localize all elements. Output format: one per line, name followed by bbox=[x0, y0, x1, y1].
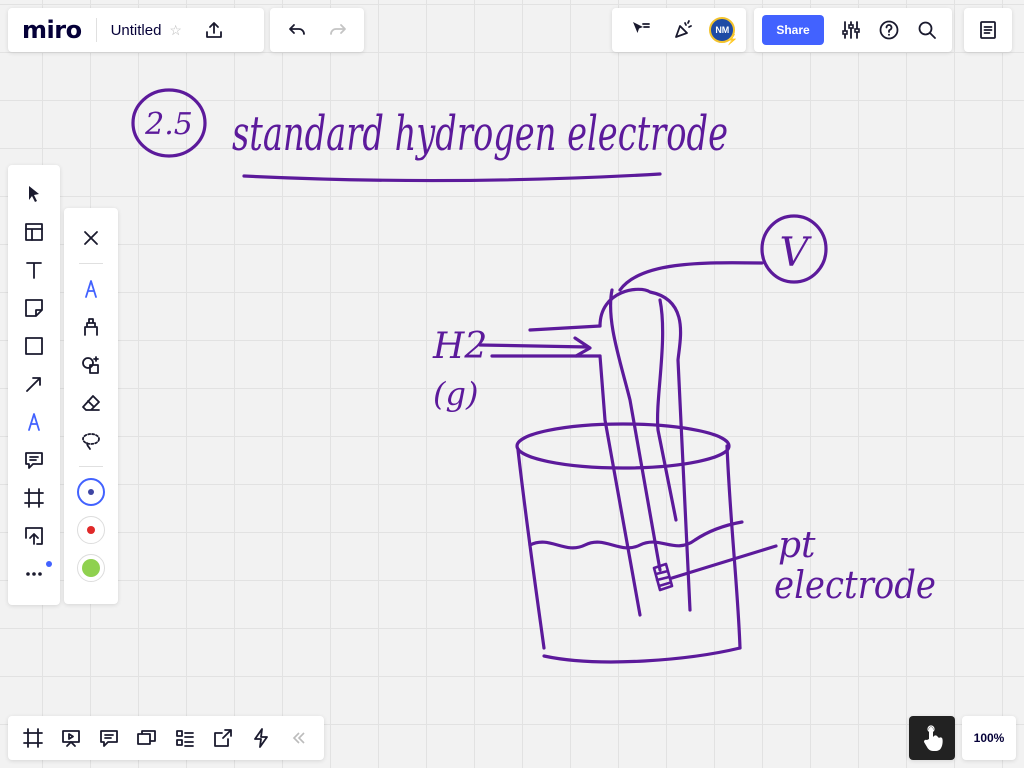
hand-tool-button[interactable] bbox=[909, 716, 955, 760]
notification-dot bbox=[46, 561, 52, 567]
color-swatch-red[interactable] bbox=[71, 511, 111, 549]
board-title[interactable]: Untitled bbox=[97, 22, 162, 39]
lightning-icon[interactable] bbox=[245, 722, 277, 754]
platinum-electrode bbox=[652, 562, 674, 592]
pen-options-panel bbox=[64, 208, 118, 604]
eraser-icon[interactable] bbox=[71, 384, 111, 422]
hand-icon bbox=[923, 725, 943, 751]
beaker-bottom bbox=[542, 646, 742, 664]
electrode-label-1: pt bbox=[778, 525, 816, 566]
templates-icon[interactable] bbox=[14, 213, 54, 251]
number-circle bbox=[131, 88, 207, 158]
divider bbox=[79, 466, 103, 467]
avatar-initials: NM bbox=[715, 25, 730, 35]
tube-inner-wire bbox=[608, 288, 662, 572]
inlet-pipe-top bbox=[528, 324, 602, 332]
card-list-icon[interactable] bbox=[169, 722, 201, 754]
share-button[interactable]: Share bbox=[762, 15, 824, 45]
electrode-pointer-line bbox=[670, 544, 778, 580]
board-drawing: 2.5 standard hydrogen electrode V H2 (g)… bbox=[131, 88, 936, 664]
lasso-icon[interactable] bbox=[71, 422, 111, 460]
sticky-note-icon[interactable] bbox=[14, 289, 54, 327]
select-icon[interactable] bbox=[14, 175, 54, 213]
gas-label: H2 bbox=[432, 326, 487, 367]
gas-state: (g) bbox=[433, 375, 478, 413]
close-icon[interactable] bbox=[71, 219, 111, 257]
comments-icon[interactable] bbox=[93, 722, 125, 754]
settings-sliders-icon[interactable] bbox=[832, 11, 870, 49]
bottom-toolbar bbox=[8, 716, 324, 760]
color-swatch-blue[interactable] bbox=[71, 473, 111, 511]
notes-icon[interactable] bbox=[964, 8, 1012, 52]
share-screen-icon[interactable] bbox=[207, 722, 239, 754]
help-icon[interactable] bbox=[870, 11, 908, 49]
frames-icon[interactable] bbox=[17, 722, 49, 754]
swatch-dot bbox=[88, 489, 94, 495]
arrow-icon[interactable] bbox=[14, 365, 54, 403]
swatch-ring bbox=[77, 478, 105, 506]
text-icon[interactable] bbox=[14, 251, 54, 289]
h2-inflow-arrow bbox=[478, 336, 592, 358]
swatch-dot bbox=[82, 559, 100, 577]
swatch-dot bbox=[87, 526, 95, 534]
search-icon[interactable] bbox=[908, 11, 946, 49]
beaker-right-wall bbox=[725, 444, 742, 650]
voltmeter-wire bbox=[618, 261, 764, 292]
upload-icon[interactable] bbox=[14, 517, 54, 555]
smart-drawing-icon[interactable] bbox=[71, 346, 111, 384]
star-icon[interactable]: ☆ bbox=[169, 22, 182, 39]
voltmeter-circle bbox=[760, 214, 828, 284]
frame-icon[interactable] bbox=[14, 479, 54, 517]
drawing-number: 2.5 bbox=[144, 107, 193, 142]
video-chat-icon[interactable] bbox=[131, 722, 163, 754]
beaker-rim bbox=[515, 422, 731, 470]
export-icon[interactable] bbox=[196, 12, 232, 48]
collaboration-bar: NM ⚡ bbox=[612, 8, 746, 52]
creation-toolbar bbox=[8, 165, 60, 605]
collapse-icon[interactable] bbox=[283, 722, 315, 754]
presentation-icon[interactable] bbox=[55, 722, 87, 754]
electrode-label-2: electrode bbox=[774, 563, 936, 607]
tube-outer-left bbox=[598, 354, 642, 617]
pen-icon[interactable] bbox=[71, 270, 111, 308]
share-bar: Share bbox=[754, 8, 952, 52]
color-swatch-green[interactable] bbox=[71, 549, 111, 587]
pen-icon[interactable] bbox=[14, 403, 54, 441]
tube-inner-right bbox=[655, 298, 678, 522]
comment-icon[interactable] bbox=[14, 441, 54, 479]
undo-redo-bar bbox=[270, 8, 364, 52]
celebrate-icon[interactable] bbox=[666, 13, 700, 47]
avatar[interactable]: NM ⚡ bbox=[709, 17, 739, 46]
board-header: miro Untitled ☆ bbox=[8, 8, 264, 52]
miro-logo[interactable]: miro bbox=[8, 16, 96, 44]
shape-icon[interactable] bbox=[14, 327, 54, 365]
title-underline bbox=[242, 172, 662, 183]
liquid-surface bbox=[528, 520, 744, 550]
cursor-filter-icon[interactable] bbox=[623, 13, 657, 47]
voltmeter-label: V bbox=[780, 230, 813, 276]
drawing-title: standard hydrogen electrode bbox=[232, 106, 728, 162]
beaker-left-wall bbox=[516, 448, 546, 650]
swatch-ring bbox=[77, 516, 105, 544]
undo-icon[interactable] bbox=[280, 13, 314, 47]
lightning-badge-icon: ⚡ bbox=[725, 35, 739, 46]
swatch-ring bbox=[77, 554, 105, 582]
zoom-level[interactable]: 100% bbox=[962, 716, 1016, 760]
tube-outer-right bbox=[598, 287, 692, 612]
divider bbox=[79, 263, 103, 264]
redo-icon[interactable] bbox=[321, 13, 355, 47]
highlighter-icon[interactable] bbox=[71, 308, 111, 346]
